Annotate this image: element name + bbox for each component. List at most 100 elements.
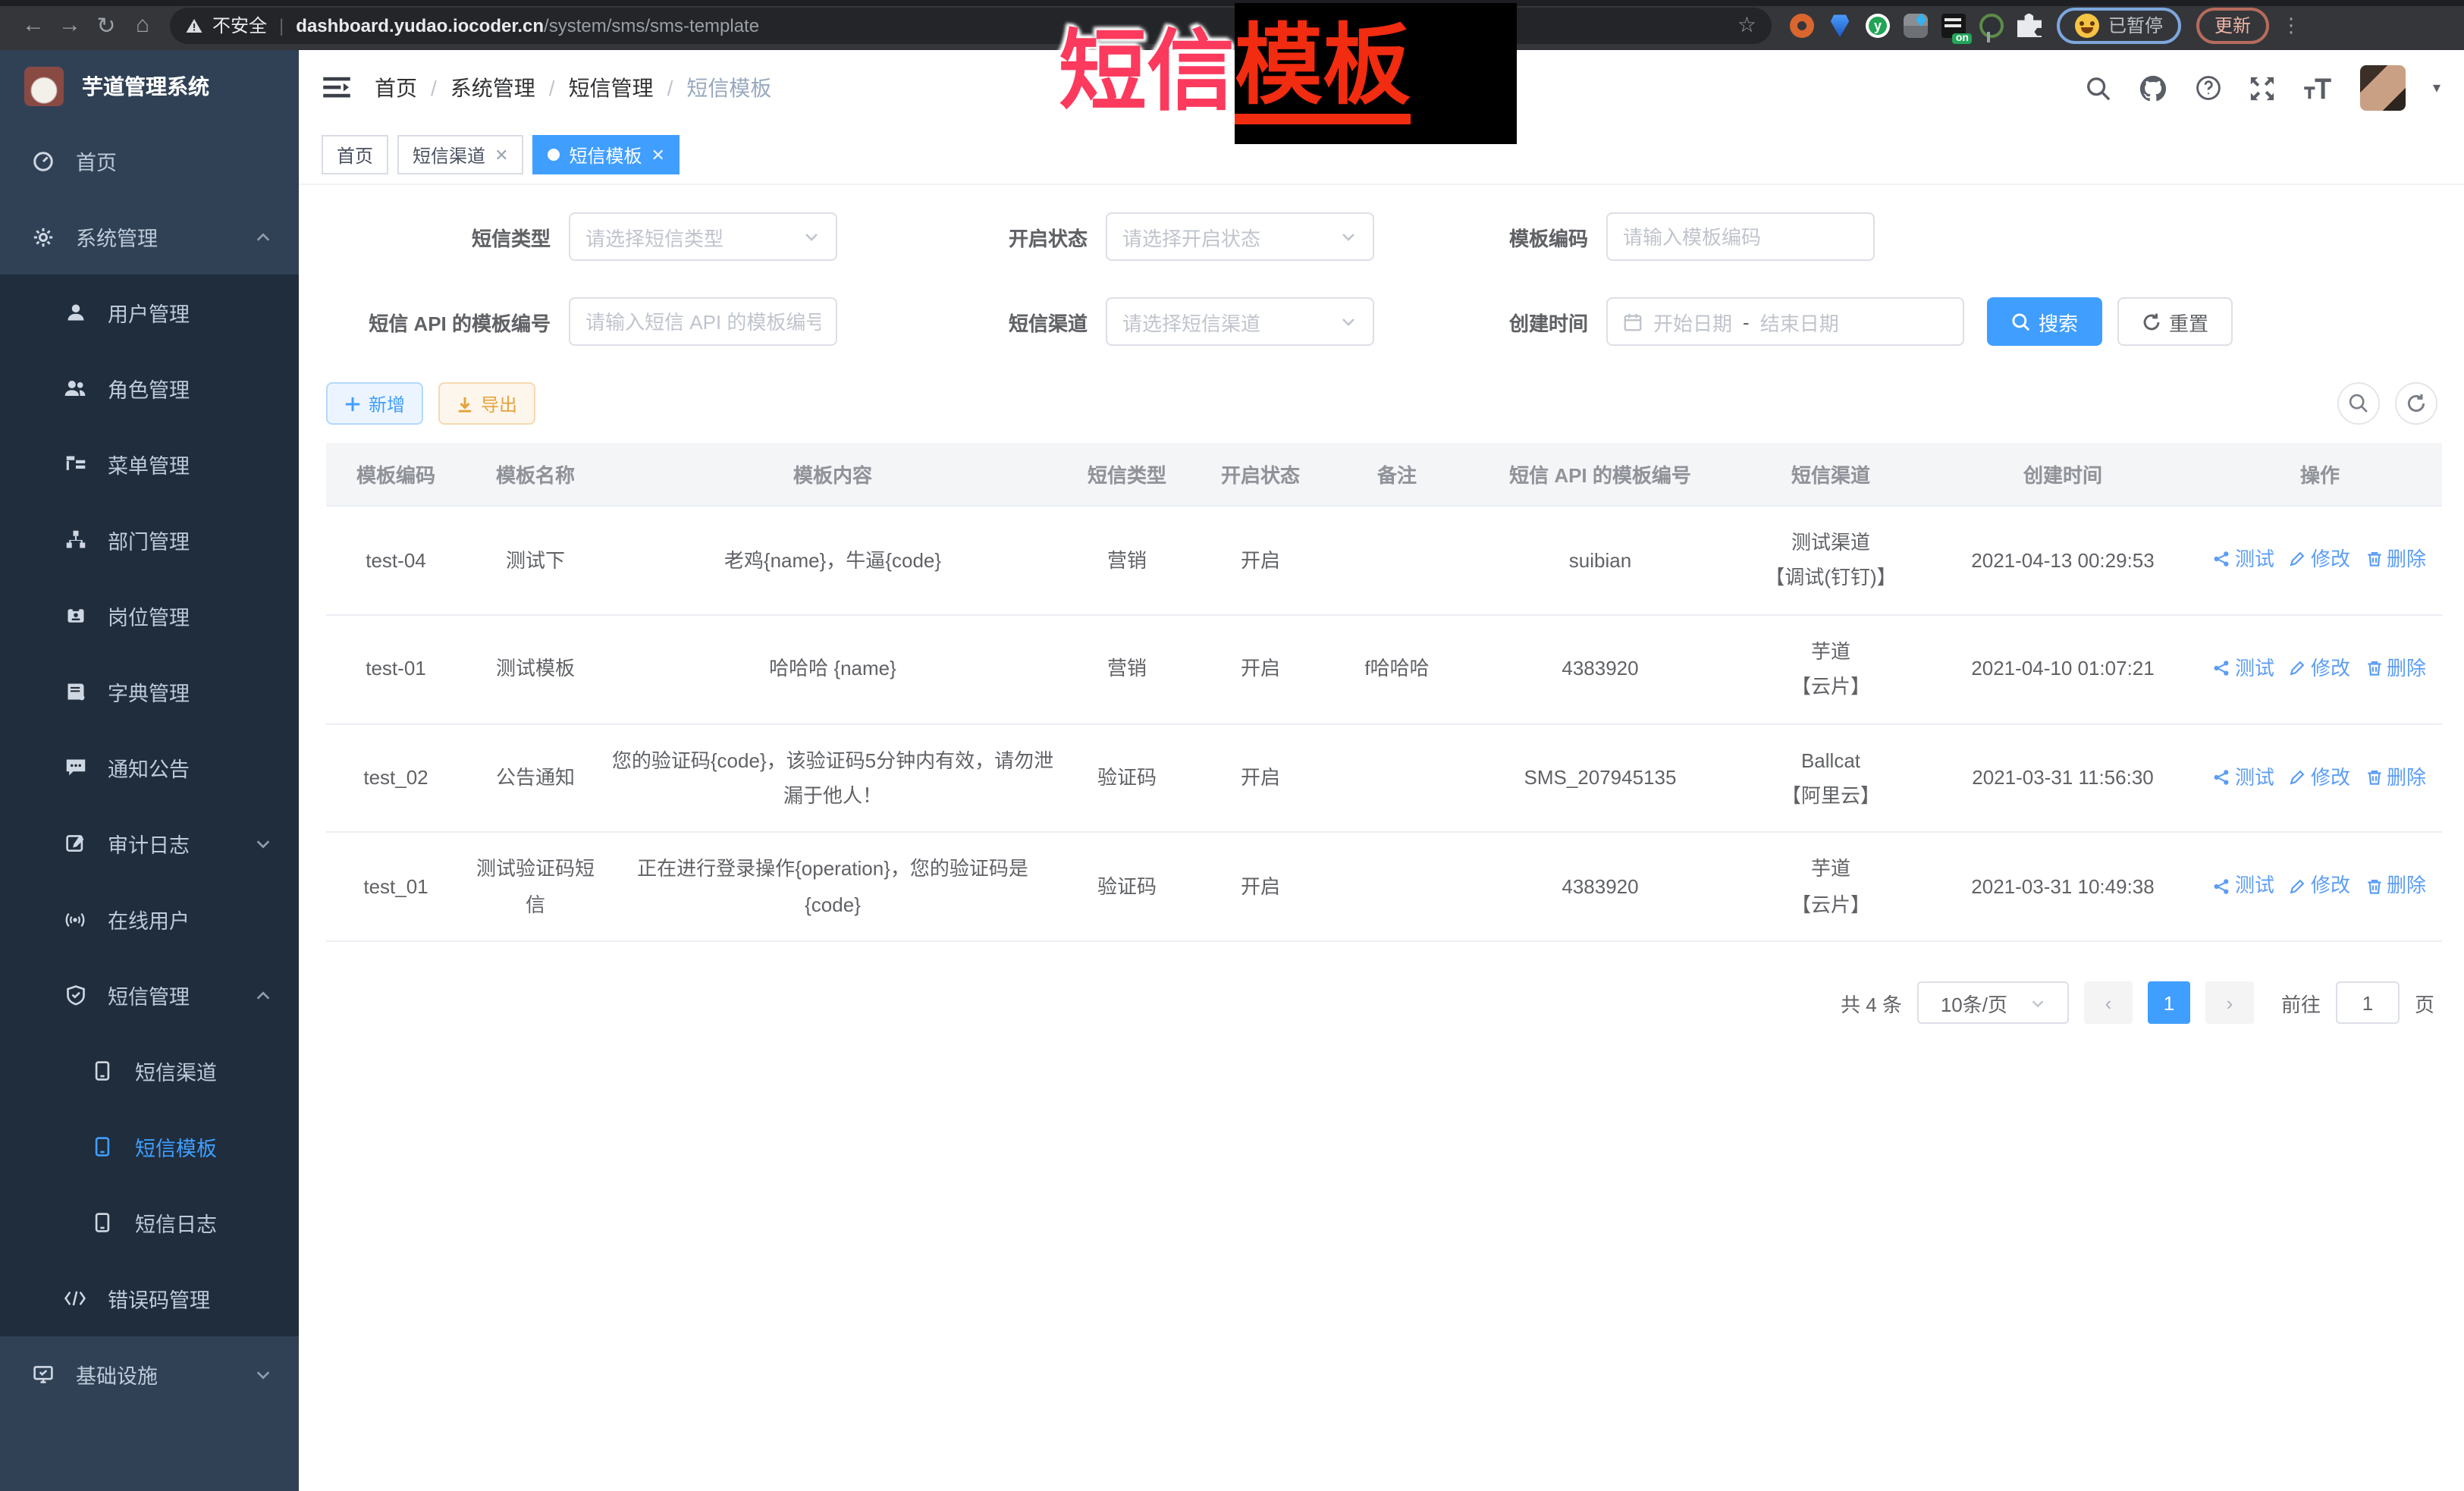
search-button[interactable]: 搜索 bbox=[1987, 297, 2102, 346]
export-button[interactable]: 导出 bbox=[438, 382, 535, 425]
sidebar-item-online-users[interactable]: 在线用户 bbox=[0, 881, 299, 957]
extension-orange-icon[interactable] bbox=[1790, 13, 1814, 37]
browser-profile-chip[interactable]: 已暂停 bbox=[2057, 7, 2181, 43]
sidebar-item-infrastructure[interactable]: 基础设施 bbox=[0, 1336, 299, 1412]
sidebar-item-announcements[interactable]: 通知公告 bbox=[0, 730, 299, 805]
chevron-down-icon bbox=[255, 1366, 272, 1383]
page-size-select[interactable]: 10条/页 bbox=[1917, 981, 2069, 1024]
sidebar-item-sms-template[interactable]: 短信模板 bbox=[0, 1109, 299, 1185]
template-code-input[interactable] bbox=[1608, 214, 1873, 259]
breadcrumb-home[interactable]: 首页 bbox=[375, 73, 417, 103]
phone-icon bbox=[91, 1136, 114, 1157]
channel-select[interactable]: 请选择短信渠道 bbox=[1106, 297, 1374, 346]
delete-link[interactable]: 删除 bbox=[2365, 868, 2426, 904]
create-time-range-picker[interactable]: 开始日期 - 结束日期 bbox=[1606, 297, 1964, 346]
breadcrumb-sms[interactable]: 短信管理 bbox=[569, 73, 654, 103]
edit-link[interactable]: 修改 bbox=[2290, 541, 2350, 577]
edit-link[interactable]: 修改 bbox=[2290, 651, 2350, 686]
test-link[interactable]: 测试 bbox=[2214, 651, 2274, 686]
page-number-current[interactable]: 1 bbox=[2148, 981, 2190, 1024]
warning-icon bbox=[185, 16, 203, 34]
address-bar[interactable]: 不安全 | dashboard.yudao.iocoder.cn/system/… bbox=[170, 7, 1772, 43]
edit-log-icon bbox=[64, 833, 86, 854]
avatar-caret-down-icon[interactable]: ▾ bbox=[2433, 80, 2440, 96]
extension-y-icon[interactable]: y bbox=[1866, 13, 1890, 37]
calendar-icon bbox=[1623, 312, 1643, 331]
sms-template-table: 模板编码 模板名称 模板内容 短信类型 开启状态 备注 短信 API 的模板编号… bbox=[326, 443, 2442, 942]
filter-label-channel: 短信渠道 bbox=[924, 307, 1106, 336]
help-icon[interactable] bbox=[2195, 74, 2222, 102]
sidebar-item-sms[interactable]: 短信管理 bbox=[0, 957, 299, 1033]
goto-label: 前往 bbox=[2281, 988, 2321, 1017]
app-title: 芋道管理系统 bbox=[82, 71, 209, 102]
browser-forward-icon[interactable]: → bbox=[52, 12, 88, 38]
tab-home[interactable]: 首页 bbox=[322, 135, 388, 174]
sidebar-collapse-icon[interactable] bbox=[323, 76, 350, 100]
extension-monocle-icon[interactable] bbox=[1979, 13, 2004, 37]
app-header: 首页 / 系统管理 / 短信管理 / 短信模板 ▾ bbox=[299, 50, 2464, 126]
browser-home-icon[interactable]: ⌂ bbox=[124, 12, 161, 38]
test-link[interactable]: 测试 bbox=[2214, 541, 2274, 577]
test-link[interactable]: 测试 bbox=[2214, 759, 2274, 795]
extension-on-badge: on bbox=[1953, 33, 1972, 43]
broadcast-icon bbox=[64, 909, 86, 929]
add-button[interactable]: 新增 bbox=[326, 382, 423, 425]
sidebar-item-audit-log[interactable]: 审计日志 bbox=[0, 805, 299, 881]
tags-view-bar: 首页 短信渠道 ✕ 短信模板 ✕ bbox=[299, 126, 2464, 185]
sidebar-item-dictionary[interactable]: 字典管理 bbox=[0, 654, 299, 730]
reset-button[interactable]: 重置 bbox=[2117, 297, 2233, 346]
extensions-puzzle-icon[interactable] bbox=[2017, 13, 2042, 37]
sidebar-item-sms-channel[interactable]: 短信渠道 bbox=[0, 1033, 299, 1109]
pagination: 共 4 条 10条/页 ‹ 1 › 前往 页 bbox=[329, 981, 2434, 1024]
table-search-icon[interactable] bbox=[2337, 382, 2380, 425]
sidebar-item-users[interactable]: 用户管理 bbox=[0, 275, 299, 350]
bookmark-star-icon[interactable]: ☆ bbox=[1737, 12, 1756, 38]
breadcrumb-system[interactable]: 系统管理 bbox=[450, 73, 535, 103]
next-page-button[interactable]: › bbox=[2205, 981, 2254, 1024]
table-header-row: 模板编码 模板名称 模板内容 短信类型 开启状态 备注 短信 API 的模板编号… bbox=[326, 443, 2442, 506]
monitor-icon bbox=[32, 1364, 55, 1385]
browser-back-icon[interactable]: ← bbox=[15, 12, 52, 38]
delete-link[interactable]: 删除 bbox=[2365, 651, 2426, 686]
table-row: test_02 公告通知 您的验证码{code}，该验证码5分钟内有效，请勿泄漏… bbox=[326, 724, 2442, 833]
sidebar-item-home[interactable]: 首页 bbox=[0, 123, 299, 199]
test-link[interactable]: 测试 bbox=[2214, 868, 2274, 904]
tab-sms-template[interactable]: 短信模板 ✕ bbox=[533, 135, 680, 174]
shield-check-icon bbox=[64, 984, 86, 1006]
browser-update-button[interactable]: 更新 bbox=[2196, 7, 2269, 43]
goto-page-input[interactable] bbox=[2336, 981, 2400, 1024]
user-avatar[interactable] bbox=[2360, 65, 2406, 111]
edit-link[interactable]: 修改 bbox=[2290, 759, 2350, 795]
search-icon[interactable] bbox=[2086, 75, 2111, 101]
table-refresh-icon[interactable] bbox=[2395, 382, 2437, 425]
sidebar-item-sms-log[interactable]: 短信日志 bbox=[0, 1185, 299, 1260]
extension-pin-icon[interactable] bbox=[1828, 13, 1852, 37]
sidebar-item-system[interactable]: 系统管理 bbox=[0, 199, 299, 275]
fullscreen-icon[interactable] bbox=[2249, 75, 2275, 101]
browser-reload-icon[interactable]: ↻ bbox=[88, 11, 124, 39]
api-template-id-input[interactable] bbox=[570, 299, 836, 344]
prev-page-button[interactable]: ‹ bbox=[2084, 981, 2133, 1024]
font-size-icon[interactable] bbox=[2302, 76, 2333, 100]
tab-sms-channel[interactable]: 短信渠道 ✕ bbox=[397, 135, 523, 174]
sidebar-item-error-codes[interactable]: 错误码管理 bbox=[0, 1260, 299, 1336]
sidebar-item-posts[interactable]: 岗位管理 bbox=[0, 578, 299, 654]
sms-type-select[interactable]: 请选择短信类型 bbox=[569, 212, 837, 261]
close-icon[interactable]: ✕ bbox=[651, 145, 665, 165]
close-icon[interactable]: ✕ bbox=[494, 145, 508, 165]
github-icon[interactable] bbox=[2139, 74, 2167, 102]
org-chart-icon bbox=[64, 529, 86, 551]
page-label: 页 bbox=[2415, 988, 2434, 1017]
sidebar-item-roles[interactable]: 角色管理 bbox=[0, 350, 299, 426]
extension-grid-icon[interactable] bbox=[1904, 13, 1928, 37]
sidebar-item-departments[interactable]: 部门管理 bbox=[0, 502, 299, 578]
sidebar-item-menus[interactable]: 菜单管理 bbox=[0, 426, 299, 502]
security-label: 不安全 bbox=[212, 12, 267, 38]
filter-label-template-code: 模板编码 bbox=[1439, 222, 1606, 251]
extension-list-icon[interactable]: on bbox=[1941, 13, 1966, 37]
browser-menu-icon[interactable]: ⋮ bbox=[2281, 13, 2302, 37]
edit-link[interactable]: 修改 bbox=[2290, 868, 2350, 904]
delete-link[interactable]: 删除 bbox=[2365, 759, 2426, 795]
delete-link[interactable]: 删除 bbox=[2365, 541, 2426, 577]
status-select[interactable]: 请选择开启状态 bbox=[1106, 212, 1374, 261]
